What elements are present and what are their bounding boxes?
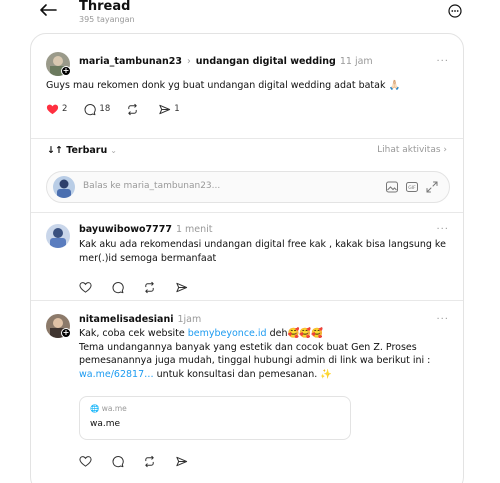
more-options-icon[interactable]: [448, 4, 462, 18]
reply-count: 18: [99, 104, 111, 114]
view-activity-link[interactable]: Lihat aktivitas ›: [377, 145, 447, 155]
share-icon: [159, 104, 171, 114]
post-header: bayuwibowo7777 1 menit: [79, 224, 213, 235]
share-button[interactable]: [175, 455, 191, 468]
share-button[interactable]: [175, 281, 191, 294]
post-header: nitamelisadesiani 1jam: [79, 314, 201, 325]
sort-row: ↓↑ Terbaru ⌄ Lihat aktivitas ›: [31, 142, 463, 162]
reply-button[interactable]: [111, 455, 127, 468]
post-more-icon[interactable]: ···: [436, 224, 449, 235]
post-actions: 2 18 1: [46, 101, 196, 117]
post-header: maria_tambunan23 › undangan digital weddin…: [79, 56, 373, 67]
post-text-part: Kak, coba cek website: [79, 328, 188, 339]
follow-plus-icon[interactable]: +: [61, 328, 71, 338]
share-button[interactable]: 1: [158, 103, 180, 116]
username[interactable]: nitamelisadesiani: [79, 314, 173, 325]
comment-icon: [112, 281, 124, 293]
gif-label: GIF: [408, 185, 416, 191]
whatsapp-link[interactable]: wa.me/62817…: [79, 369, 154, 380]
card-domain: 🌐 wa.me: [90, 404, 127, 413]
post-text-part: Tema undangannya banyak yang estetik dan…: [79, 341, 431, 367]
post-text: Guys mau rekomen donk yg buat undangan d…: [46, 79, 426, 93]
reply-input[interactable]: Balas ke maria_tambunan23...: [83, 181, 220, 191]
share-count: 1: [174, 104, 180, 114]
post-text-part: deh🥰🥰🥰: [266, 328, 323, 339]
repost-icon: [145, 281, 154, 293]
sort-label: Terbaru: [66, 145, 108, 156]
original-post: + maria_tambunan23 › undangan digital wedd…: [31, 34, 463, 142]
timestamp: 11 jam: [339, 56, 373, 67]
post-actions: [79, 453, 207, 469]
thread-panel: + maria_tambunan23 › undangan digital wedd…: [30, 33, 464, 483]
topic-link[interactable]: undangan digital wedding: [196, 56, 336, 67]
composer-tools: GIF: [385, 180, 439, 194]
like-button[interactable]: [79, 281, 95, 294]
post-text: Kak, coba cek website bemybeyonce.id deh…: [79, 327, 459, 381]
sort-icon: ↓↑: [47, 145, 63, 156]
heart-icon: [79, 281, 92, 293]
reply-post: bayuwibowo7777 1 menit ··· Kak aku ada re…: [31, 212, 463, 300]
sort-dropdown[interactable]: ↓↑ Terbaru ⌄: [47, 145, 117, 156]
heart-icon: [79, 455, 92, 467]
avatar[interactable]: [46, 224, 70, 248]
post-more-icon[interactable]: ···: [436, 56, 449, 67]
timestamp: 1jam: [177, 314, 202, 325]
back-arrow-icon[interactable]: [38, 2, 58, 18]
share-icon: [176, 456, 188, 466]
topic-separator: ›: [186, 56, 191, 67]
post-more-icon[interactable]: ···: [436, 314, 449, 325]
username[interactable]: bayuwibowo7777: [79, 224, 172, 235]
page-title: Thread: [79, 0, 131, 14]
repost-button[interactable]: [126, 103, 142, 116]
repost-button[interactable]: [143, 281, 159, 294]
top-bar: Thread 395 tayangan: [0, 0, 500, 30]
post-text: Kak aku ada rekomendasi undangan digital…: [79, 239, 446, 264]
heart-filled-icon: [46, 104, 59, 114]
post-text-body: Guys mau rekomen donk yg buat undangan d…: [46, 80, 386, 91]
image-icon[interactable]: [385, 180, 399, 194]
website-link[interactable]: bemybeyonce.id: [188, 328, 267, 339]
link-preview-card[interactable]: 🌐 wa.me wa.me: [79, 396, 351, 440]
comment-icon: [84, 103, 97, 115]
post-actions: [79, 279, 207, 295]
reply-button[interactable]: [111, 281, 127, 294]
like-button[interactable]: 2: [46, 103, 67, 116]
follow-plus-icon[interactable]: +: [61, 66, 71, 76]
my-avatar: [53, 176, 75, 198]
timestamp: 1 menit: [175, 224, 213, 235]
card-title: wa.me: [90, 419, 121, 429]
post-text-part: untuk konsultasi dan pemesanan. ✨: [153, 368, 333, 380]
post-emoji: 🙏🏻: [388, 80, 401, 91]
chevron-down-icon: ⌄: [110, 146, 117, 155]
reply-composer[interactable]: Balas ke maria_tambunan23... GIF: [46, 171, 450, 203]
reply-button[interactable]: 18: [83, 103, 110, 116]
share-icon: [176, 282, 188, 292]
repost-button[interactable]: [143, 455, 159, 468]
gif-icon[interactable]: GIF: [405, 180, 419, 194]
reply-post: + nitamelisadesiani 1jam ··· Kak, coba ce…: [31, 300, 463, 483]
view-count: 395 tayangan: [79, 15, 135, 24]
like-button[interactable]: [79, 455, 95, 468]
comment-icon: [112, 455, 124, 467]
username[interactable]: maria_tambunan23: [79, 56, 182, 67]
like-count: 2: [62, 104, 68, 114]
expand-icon[interactable]: [425, 180, 439, 194]
repost-icon: [128, 103, 137, 115]
divider: [31, 138, 463, 139]
repost-icon: [145, 455, 154, 467]
